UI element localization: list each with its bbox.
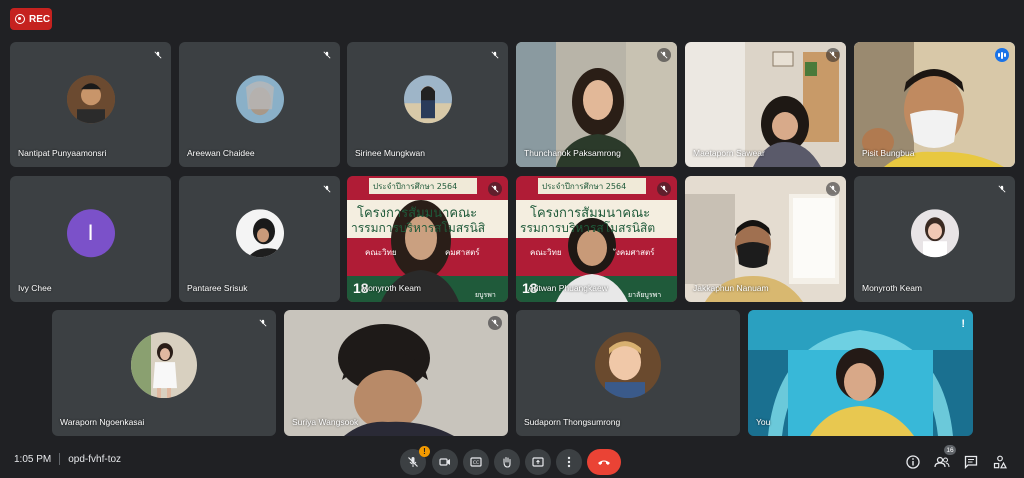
captions-icon: CC: [470, 457, 482, 467]
call-end-icon: [598, 460, 610, 465]
participant-tile[interactable]: I Ivy Chee: [10, 176, 171, 302]
participant-video-tile[interactable]: ประจำปีการศึกษา 2564 โครงการสัมมนาคณะ าร…: [347, 176, 508, 302]
participant-avatar: [910, 209, 959, 258]
videocam-icon: [439, 458, 450, 466]
participant-name: Nantipat Punyaamonsri: [18, 148, 107, 158]
banner-text: ารรมการบริหารสโมสรนิสิ: [351, 221, 486, 235]
participant-avatar: [403, 74, 452, 123]
participant-video-tile[interactable]: Jakkaphun Nanuam: [685, 176, 846, 302]
participant-video-tile[interactable]: Maetaporn Sawear: [685, 42, 846, 167]
participant-tile[interactable]: Sudaporn Thongsumrong: [516, 310, 740, 436]
mic-off-icon: [995, 182, 1009, 196]
avatar-letter: I: [87, 220, 94, 246]
participant-tile[interactable]: Pantaree Srisuk: [179, 176, 340, 302]
mic-off-icon: [256, 316, 270, 330]
mic-off-icon: [408, 457, 418, 467]
banner-text: ยบูรพา: [475, 291, 496, 299]
present-icon: [532, 456, 544, 467]
participant-name: Pisit Bungbua: [862, 148, 915, 158]
banner-text: ยาลัยบูรพา: [628, 291, 662, 299]
mic-warning-badge: !: [419, 446, 430, 457]
banner-text: ังคมศาสตร์: [616, 248, 655, 257]
participant-avatar: [235, 209, 284, 258]
participant-tile[interactable]: Nantipat Punyaamonsri: [10, 42, 171, 167]
participant-name: Sudaporn Thongsumrong: [524, 417, 621, 427]
camera-toggle-button[interactable]: [432, 449, 458, 475]
participant-avatar: [66, 74, 115, 123]
participant-avatar: [595, 332, 661, 399]
participant-name: Ivy Chee: [18, 283, 52, 293]
mic-off-icon: [826, 48, 840, 62]
chat-button[interactable]: [960, 451, 982, 473]
participant-name: Maetaporn Sawear: [693, 148, 765, 158]
banner-text: คมศาสตร์: [445, 248, 480, 257]
info-icon: [906, 455, 920, 469]
people-icon: [934, 456, 950, 468]
participant-name: Suriya Wangsook: [292, 417, 359, 427]
mic-off-icon: [488, 48, 502, 62]
banner-text: คณะวิทย: [365, 248, 397, 257]
participant-name: Areewan Chaidee: [187, 148, 255, 158]
more-vert-icon: [567, 456, 571, 468]
participant-name: You: [756, 417, 771, 427]
participant-video-tile[interactable]: Suriya Wangsook: [284, 310, 508, 436]
participant-avatar: [131, 332, 197, 399]
mic-toggle-button[interactable]: !: [400, 446, 430, 475]
banner-text: คณะวิทย: [530, 248, 562, 257]
participant-tile[interactable]: Waraporn Ngoenkasai: [52, 310, 276, 436]
recording-indicator[interactable]: REC: [10, 8, 52, 30]
participant-count: 16: [944, 445, 956, 455]
participant-video-tile[interactable]: Thunchanok Paksamrong: [516, 42, 677, 167]
participant-name: Thunchanok Paksamrong: [524, 148, 621, 158]
participant-name: Pantaree Srisuk: [187, 283, 248, 293]
participant-name: Aritwan Phuangkaew: [528, 283, 608, 293]
participant-video-tile-active-speaker[interactable]: Pisit Bungbua: [854, 42, 1015, 167]
more-options-button[interactable]: [556, 449, 582, 475]
participant-name: Monyroth Keam: [361, 283, 421, 293]
participant-video-tile-self[interactable]: ! You: [748, 310, 973, 436]
raise-hand-icon: [503, 456, 511, 468]
participant-name: Jakkaphun Nanuam: [693, 283, 769, 293]
participant-tile[interactable]: Sirinee Mungkwan: [347, 42, 508, 167]
mic-off-icon: [320, 182, 334, 196]
divider: [59, 453, 61, 465]
activities-button[interactable]: [989, 451, 1011, 473]
participant-avatar: [235, 74, 284, 123]
mic-off-icon: [826, 182, 840, 196]
mic-off-icon: [657, 48, 671, 62]
meeting-code[interactable]: opd-fvhf-toz: [68, 454, 121, 465]
mic-off-icon: [320, 48, 334, 62]
people-button[interactable]: 16: [931, 445, 956, 473]
mic-off-icon: [657, 182, 671, 196]
participant-tile[interactable]: Monyroth Keam: [854, 176, 1015, 302]
mic-off-icon: [488, 316, 502, 330]
banner-text: ประจำปีการศึกษา 2564: [373, 182, 458, 191]
participant-tile[interactable]: Areewan Chaidee: [179, 42, 340, 167]
participant-name: Monyroth Keam: [862, 283, 922, 293]
participant-name: Waraporn Ngoenkasai: [60, 417, 145, 427]
chat-icon: [964, 455, 978, 469]
participant-video-tile[interactable]: ประจำปีการศึกษา 2564 โครงการสัมมนาคณะ รร…: [516, 176, 677, 302]
meeting-details-button[interactable]: [902, 451, 924, 473]
more-options-icon[interactable]: !: [961, 318, 965, 330]
record-icon: [15, 14, 25, 24]
rec-label: REC: [29, 13, 51, 25]
raise-hand-button[interactable]: [494, 449, 520, 475]
mic-off-icon: [151, 48, 165, 62]
participant-video: [748, 310, 973, 436]
leave-call-button[interactable]: [587, 449, 621, 475]
speaking-indicator-icon: [995, 48, 1009, 62]
svg-text:CC: CC: [473, 460, 479, 466]
participant-name: Sirinee Mungkwan: [355, 148, 425, 158]
captions-button[interactable]: CC: [463, 449, 489, 475]
banner-text: รรมการบริหารสโมสรนิสิต: [520, 221, 656, 235]
meeting-details: 1:05 PM opd-fvhf-toz: [14, 453, 121, 465]
activities-icon: [993, 455, 1007, 469]
banner-text: ประจำปีการศึกษา 2564: [542, 182, 627, 191]
participant-avatar: I: [66, 209, 115, 258]
clock: 1:05 PM: [14, 453, 52, 465]
present-screen-button[interactable]: [525, 449, 551, 475]
mic-off-icon: [488, 182, 502, 196]
